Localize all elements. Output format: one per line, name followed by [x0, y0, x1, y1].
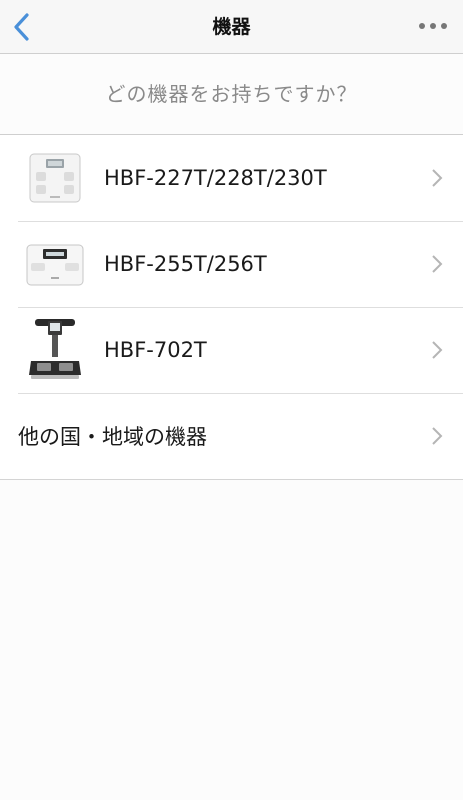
question-text: どの機器をお持ちですか？: [105, 82, 358, 106]
device-row-hbf-227t[interactable]: HBF-227T/228T/230T: [0, 135, 463, 221]
ellipsis-dot: [430, 23, 436, 29]
page-title: 機器: [212, 16, 251, 38]
back-button[interactable]: [4, 8, 40, 46]
body-composition-monitor-handle-icon: [24, 315, 86, 385]
device-row-hbf-702t[interactable]: HBF-702T: [0, 307, 463, 393]
ellipsis-icon: [419, 23, 425, 29]
device-label: HBF-702T: [104, 338, 207, 362]
more-options-button[interactable]: [413, 14, 453, 38]
chevron-right-icon: [425, 252, 449, 276]
chevron-right-icon: [425, 166, 449, 190]
other-region-devices-row[interactable]: 他の国・地域の機器: [0, 393, 463, 479]
chevron-right-icon: [425, 338, 449, 362]
device-label: HBF-255T/256T: [104, 252, 267, 276]
chevron-right-icon: [425, 424, 449, 448]
navigation-bar: 機器: [0, 0, 463, 54]
body-composition-scale-wide-icon: [24, 229, 86, 299]
device-list: HBF-227T/228T/230T HBF-255T/256T HBF-702…: [0, 134, 463, 480]
other-region-label: 他の国・地域の機器: [18, 425, 207, 449]
chevron-left-icon: [14, 13, 29, 41]
device-row-hbf-255t[interactable]: HBF-255T/256T: [0, 221, 463, 307]
device-selection-screen: 機器 どの機器をお持ちですか？ HBF-227T/228T/230T HBF-2…: [0, 0, 463, 800]
device-label: HBF-227T/228T/230T: [104, 166, 327, 190]
body-composition-scale-white-icon: [24, 143, 86, 213]
ellipsis-dot: [441, 23, 447, 29]
